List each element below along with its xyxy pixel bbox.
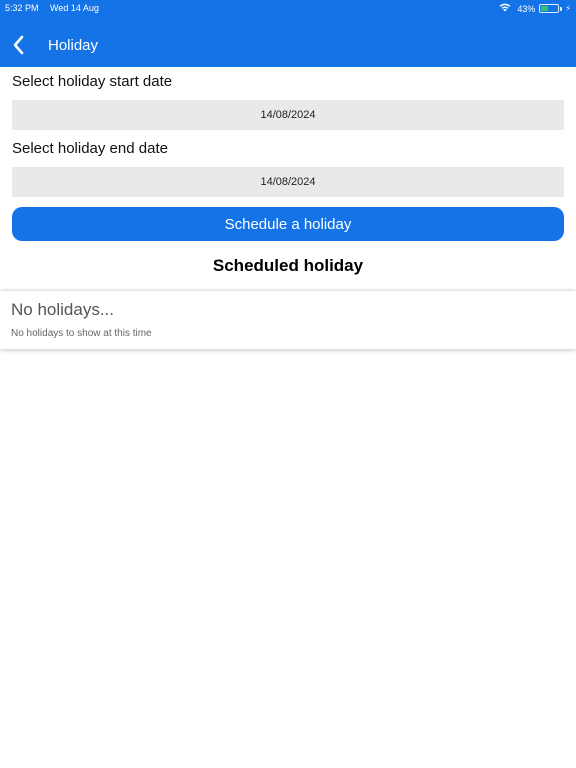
start-date-field[interactable]: 14/08/2024 [12, 100, 564, 130]
back-button[interactable] [10, 33, 32, 57]
chevron-left-icon [13, 35, 24, 55]
battery-icon [539, 4, 560, 13]
end-date-field[interactable]: 14/08/2024 [12, 167, 564, 197]
start-date-label: Select holiday start date [12, 73, 173, 90]
empty-state-subtitle: No holidays to show at this time [11, 328, 152, 339]
status-time: 5:32 PM [5, 3, 39, 13]
status-bar: 5:32 PM Wed 14 Aug 43% ⚡ [0, 0, 576, 16]
app-header: 5:32 PM Wed 14 Aug 43% ⚡ Holiday [0, 0, 576, 67]
empty-state-title: No holidays... [11, 300, 114, 319]
battery-percent: 43% [517, 3, 536, 14]
charging-bolt-icon: ⚡ [565, 4, 571, 13]
wifi-icon [499, 3, 511, 14]
status-left: 5:32 PM Wed 14 Aug [5, 3, 108, 13]
status-date: Wed 14 Aug [50, 3, 99, 13]
battery-nub [560, 6, 563, 11]
status-right: 43% ⚡ [499, 3, 571, 14]
end-date-label: Select holiday end date [12, 140, 168, 157]
page-title: Holiday [48, 37, 99, 54]
empty-state-card: No holidays... No holidays to show at th… [0, 291, 576, 349]
schedule-holiday-button[interactable]: Schedule a holiday [12, 207, 564, 241]
scheduled-holiday-heading: Scheduled holiday [212, 256, 364, 275]
battery-level [541, 6, 549, 11]
